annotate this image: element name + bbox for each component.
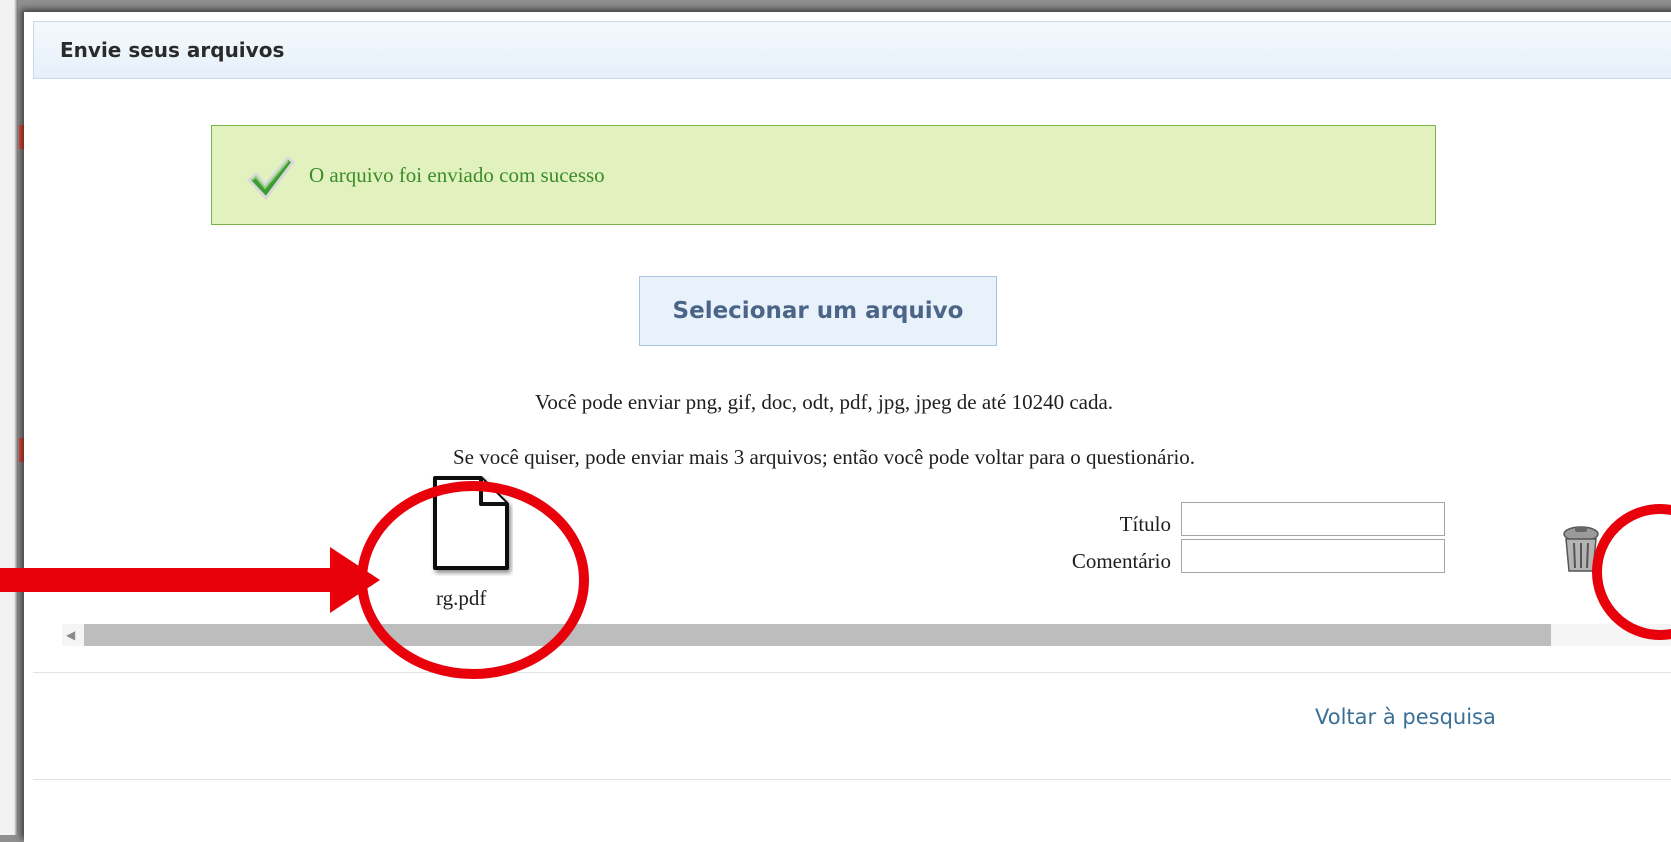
panel-title: Envie seus arquivos [60, 38, 285, 62]
trash-icon[interactable] [1561, 525, 1601, 575]
panel-header: Envie seus arquivos [33, 21, 1671, 79]
scrollbar-thumb[interactable] [84, 624, 1551, 646]
title-input[interactable] [1181, 502, 1445, 536]
back-to-survey-link[interactable]: Voltar à pesquisa [1315, 705, 1496, 729]
left-window-edge [0, 0, 18, 835]
comment-input[interactable] [1181, 539, 1445, 573]
remaining-files-text: Se você quiser, pode enviar mais 3 arqui… [452, 445, 1196, 469]
footer-divider [33, 672, 1671, 673]
select-file-button[interactable]: Selecionar um arquivo [639, 276, 997, 346]
checkmark-icon [247, 156, 295, 200]
document-icon [433, 476, 509, 570]
horizontal-scrollbar[interactable]: ◀ [62, 624, 1671, 646]
bottom-divider [33, 779, 1671, 780]
success-message: O arquivo foi enviado com sucesso [309, 163, 605, 187]
scroll-left-arrow-icon[interactable]: ◀ [66, 628, 75, 642]
allowed-types-text: Você pode enviar png, gif, doc, odt, pdf… [534, 390, 1114, 414]
title-label: Título [1119, 512, 1171, 536]
upload-panel: Envie seus arquivos O arquivo foi enviad… [24, 12, 1671, 842]
success-alert: O arquivo foi enviado com sucesso [211, 125, 1436, 225]
comment-label: Comentário [1071, 549, 1171, 573]
file-name: rg.pdf [436, 586, 487, 610]
